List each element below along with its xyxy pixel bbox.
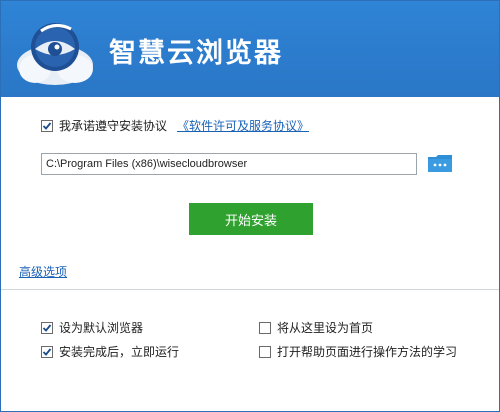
set-homepage-label: 将从这里设为首页	[277, 321, 374, 335]
app-title: 智慧云浏览器	[109, 38, 283, 69]
set-homepage-checkbox[interactable]	[259, 321, 271, 334]
agreement-text: 我承诺遵守安装协议	[59, 119, 168, 133]
agreement-row: 我承诺遵守安装协议 《软件许可及服务协议》	[41, 117, 309, 134]
run-after-install-label: 安装完成后，立即运行	[59, 345, 180, 359]
installer-window: 智慧云浏览器 我承诺遵守安装协议 《软件许可及服务协议》 开始安装 高级选项 设…	[0, 0, 500, 412]
set-default-label: 设为默认浏览器	[59, 321, 144, 335]
agreement-checkbox[interactable]	[41, 119, 53, 132]
open-help-checkbox[interactable]	[259, 345, 271, 358]
divider	[1, 289, 499, 290]
open-help-label: 打开帮助页面进行操作方法的学习	[277, 345, 458, 359]
option-open-help[interactable]: 打开帮助页面进行操作方法的学习	[259, 343, 457, 360]
run-after-install-checkbox[interactable]	[41, 345, 53, 358]
cloud-eye-logo-icon	[17, 23, 93, 85]
option-run-after-install[interactable]: 安装完成后，立即运行	[41, 343, 179, 360]
option-set-homepage[interactable]: 将从这里设为首页	[259, 319, 373, 336]
header-banner: 智慧云浏览器	[1, 1, 499, 97]
start-install-button[interactable]: 开始安装	[189, 203, 313, 235]
advanced-options-link[interactable]: 高级选项	[19, 263, 67, 280]
license-agreement-link[interactable]: 《软件许可及服务协议》	[177, 117, 309, 134]
check-icon	[42, 323, 52, 332]
option-set-default-browser[interactable]: 设为默认浏览器	[41, 319, 143, 336]
folder-icon[interactable]	[426, 152, 454, 174]
install-path-input[interactable]	[41, 153, 417, 175]
check-icon	[42, 347, 52, 356]
check-icon	[42, 121, 52, 130]
set-default-checkbox[interactable]	[41, 321, 53, 334]
